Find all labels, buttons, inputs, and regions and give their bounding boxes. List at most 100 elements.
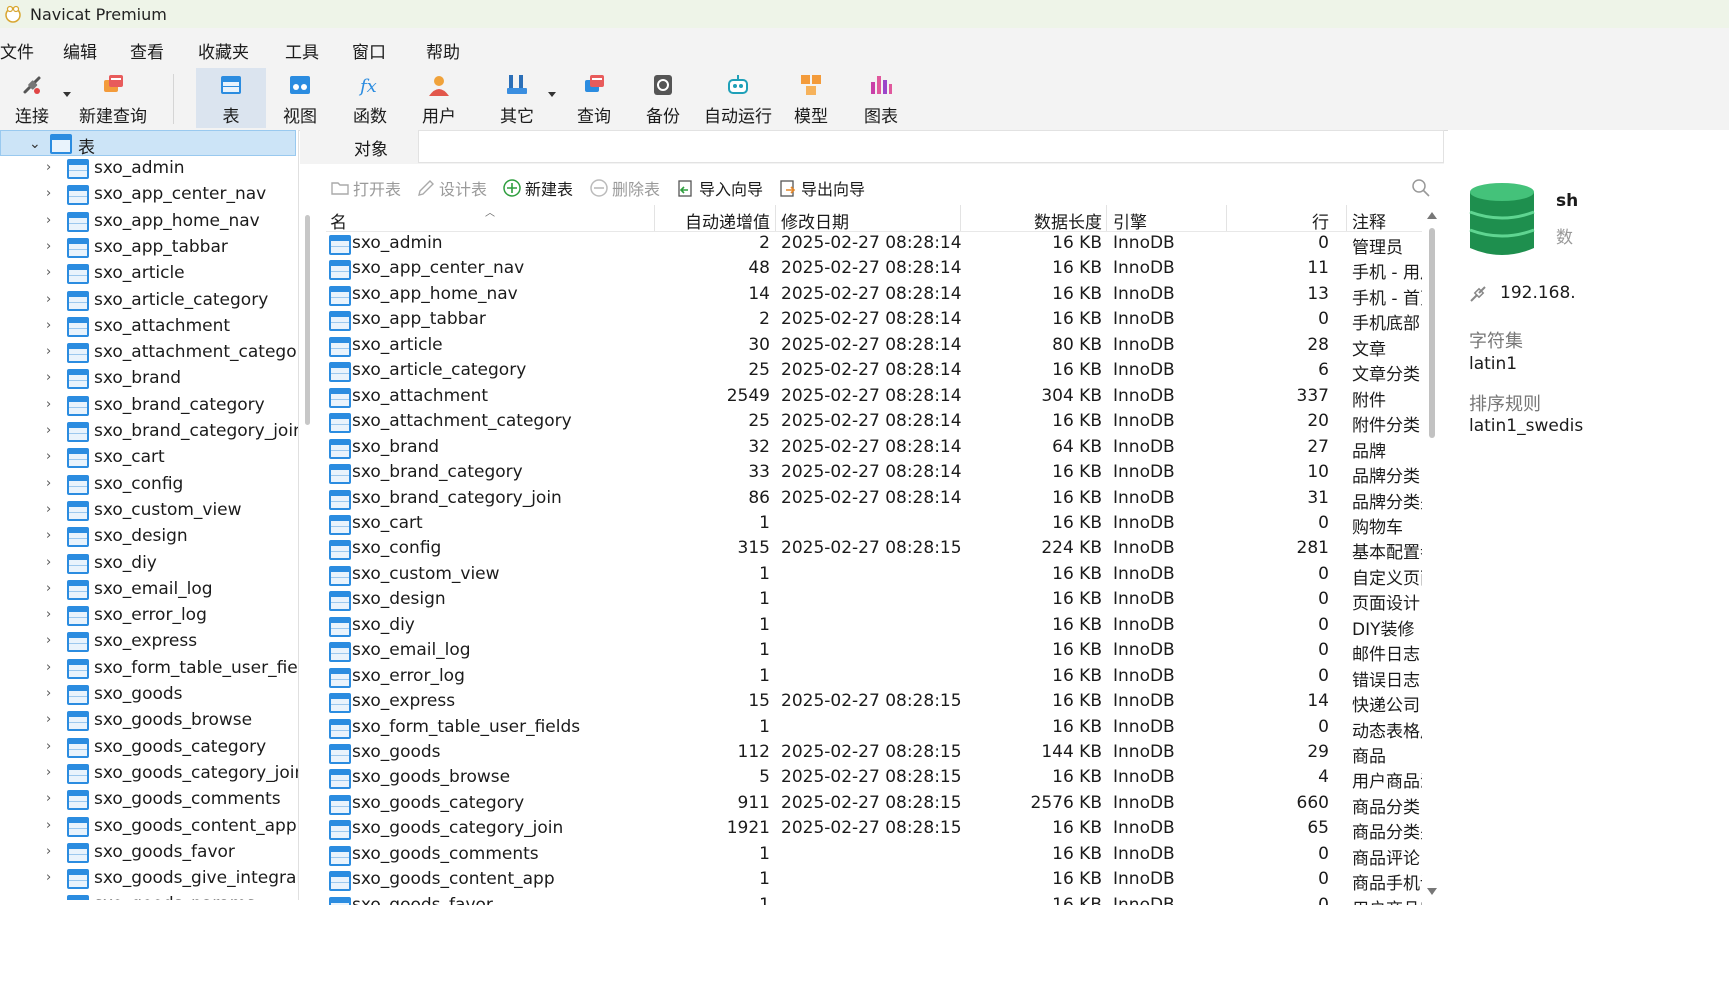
chevron-right-icon[interactable]: › (46, 896, 51, 900)
tree-item-table[interactable]: › sxo_attachment (0, 314, 298, 340)
grid-scrollbar-thumb[interactable] (1429, 228, 1435, 438)
menu-tools[interactable]: 工具 (285, 38, 319, 63)
scroll-down-arrow-icon[interactable] (1427, 888, 1437, 895)
table-row[interactable]: sxo_app_home_nav 14 2025-02-27 08:28:14 16 … (326, 282, 1422, 309)
tree-item-table[interactable]: › sxo_config (0, 472, 298, 498)
chevron-right-icon[interactable]: › (46, 660, 51, 675)
tree-item-table[interactable]: › sxo_cart (0, 445, 298, 471)
tree-item-table[interactable]: › sxo_goods_comments (0, 787, 298, 813)
table-row[interactable]: sxo_email_log 1 16 KB InnoDB 0 邮件日志 (326, 638, 1422, 665)
model-button[interactable]: 模型 (786, 68, 836, 128)
chevron-right-icon[interactable]: › (46, 502, 51, 517)
table-row[interactable]: sxo_diy 1 16 KB InnoDB 0 DIY装修 (326, 613, 1422, 640)
autorun-button[interactable]: 自动运行 (702, 68, 774, 128)
table-row[interactable]: sxo_goods 112 2025-02-27 08:28:15 144 KB Inn… (326, 740, 1422, 767)
new-table-button[interactable]: 新建表 (502, 176, 573, 200)
chart-button[interactable]: 图表 (856, 68, 906, 128)
import-wizard-button[interactable]: 导入向导 (676, 176, 763, 200)
connect-dropdown-caret[interactable] (63, 92, 71, 97)
query-button[interactable]: 查询 (569, 68, 619, 128)
menu-favorites[interactable]: 收藏夹 (198, 38, 249, 63)
tree-item-table[interactable]: › sxo_article_category (0, 288, 298, 314)
header-engine[interactable]: 引擎 (1113, 208, 1147, 233)
tree-item-table[interactable]: › sxo_admin (0, 156, 298, 182)
menu-help[interactable]: 帮助 (426, 38, 460, 63)
column-divider[interactable] (775, 205, 776, 231)
export-wizard-button[interactable]: 导出向导 (778, 176, 865, 200)
chevron-right-icon[interactable]: › (46, 397, 51, 412)
tab-objects[interactable]: 对象 (326, 130, 416, 164)
header-modified-date[interactable]: 修改日期 (781, 208, 849, 233)
tree-item-table[interactable]: › sxo_goods_favor (0, 840, 298, 866)
chevron-right-icon[interactable]: › (46, 686, 51, 701)
tree-node-tables[interactable]: ⌄ 表 (0, 130, 296, 158)
tree-item-table[interactable]: › sxo_goods_params (0, 892, 298, 900)
menu-view[interactable]: 查看 (130, 38, 164, 63)
tree-item-table[interactable]: › sxo_goods_browse (0, 708, 298, 734)
table-row[interactable]: sxo_error_log 1 16 KB InnoDB 0 错误日志 (326, 664, 1422, 691)
table-row[interactable]: sxo_article_category 25 2025-02-27 08:28:1… (326, 358, 1422, 385)
delete-table-button[interactable]: 删除表 (589, 176, 660, 200)
tree-item-table[interactable]: › sxo_goods_give_integral_l (0, 866, 298, 892)
table-row[interactable]: sxo_form_table_user_fields 1 16 KB InnoDB 0 动… (326, 715, 1422, 742)
chevron-right-icon[interactable]: › (46, 765, 51, 780)
tree-item-table[interactable]: › sxo_attachment_category (0, 340, 298, 366)
chevron-right-icon[interactable]: › (46, 239, 51, 254)
chevron-right-icon[interactable]: › (46, 712, 51, 727)
table-row[interactable]: sxo_app_tabbar 2 2025-02-27 08:28:14 16 KB I… (326, 307, 1422, 334)
chevron-down-icon[interactable]: ⌄ (29, 136, 41, 152)
chevron-right-icon[interactable]: › (46, 292, 51, 307)
design-table-button[interactable]: 设计表 (416, 176, 487, 200)
chevron-right-icon[interactable]: › (46, 423, 51, 438)
table-row[interactable]: sxo_design 1 16 KB InnoDB 0 页面设计 (326, 587, 1422, 614)
scroll-up-arrow-icon[interactable] (1427, 212, 1437, 219)
function-button[interactable]: fx 函数 (345, 68, 395, 128)
tree-item-table[interactable]: › sxo_app_home_nav (0, 209, 298, 235)
table-row[interactable]: sxo_goods_content_app 1 16 KB InnoDB 0 商品手机详情 (326, 867, 1422, 894)
other-button[interactable]: 其它 (492, 68, 542, 128)
table-row[interactable]: sxo_custom_view 1 16 KB InnoDB 0 自定义页面 (326, 562, 1422, 589)
chevron-right-icon[interactable]: › (46, 870, 51, 885)
tree-item-table[interactable]: › sxo_custom_view (0, 498, 298, 524)
table-row[interactable]: sxo_goods_browse 5 2025-02-27 08:28:15 16 K… (326, 765, 1422, 792)
tree-item-table[interactable]: › sxo_diy (0, 551, 298, 577)
backup-button[interactable]: 备份 (638, 68, 688, 128)
user-button[interactable]: 用户 (414, 68, 464, 128)
chevron-right-icon[interactable]: › (46, 449, 51, 464)
table-row[interactable]: sxo_goods_category_join 1921 2025-02-27 08… (326, 816, 1422, 843)
chevron-right-icon[interactable]: › (46, 818, 51, 833)
open-table-button[interactable]: 打开表 (330, 176, 401, 200)
column-divider[interactable] (960, 205, 961, 231)
table-row[interactable]: sxo_app_center_nav 48 2025-02-27 08:28:14 1… (326, 256, 1422, 283)
tree-item-table[interactable]: › sxo_goods_category_join (0, 761, 298, 787)
tree-item-table[interactable]: › sxo_express (0, 629, 298, 655)
tree-item-table[interactable]: › sxo_goods_category (0, 735, 298, 761)
menu-file[interactable]: 文件 (0, 38, 34, 63)
tree-item-table[interactable]: › sxo_goods_content_app (0, 814, 298, 840)
chevron-right-icon[interactable]: › (46, 344, 51, 359)
tree-item-table[interactable]: › sxo_app_center_nav (0, 182, 298, 208)
chevron-right-icon[interactable]: › (46, 528, 51, 543)
table-row[interactable]: sxo_attachment 2549 2025-02-27 08:28:14 304… (326, 384, 1422, 411)
column-divider[interactable] (654, 205, 655, 231)
chevron-right-icon[interactable]: › (46, 739, 51, 754)
chevron-right-icon[interactable]: › (46, 633, 51, 648)
chevron-right-icon[interactable]: › (46, 476, 51, 491)
header-auto-increment[interactable]: 自动递增值 (656, 208, 770, 233)
chevron-right-icon[interactable]: › (46, 265, 51, 280)
search-icon[interactable] (1411, 178, 1431, 198)
header-data-length[interactable]: 数据长度 (986, 208, 1102, 233)
tree-item-table[interactable]: › sxo_error_log (0, 603, 298, 629)
header-comment[interactable]: 注释 (1352, 208, 1386, 233)
tree-item-table[interactable]: › sxo_goods (0, 682, 298, 708)
table-row[interactable]: sxo_goods_favor 1 16 KB InnoDB 0 用户商品收藏 (326, 893, 1422, 905)
table-row[interactable]: sxo_attachment_category 25 2025-02-27 08:2… (326, 409, 1422, 436)
chevron-right-icon[interactable]: › (46, 607, 51, 622)
chevron-right-icon[interactable]: › (46, 318, 51, 333)
new-query-button[interactable]: 新建查询 (78, 68, 148, 128)
other-dropdown-caret[interactable] (548, 92, 556, 97)
table-row[interactable]: sxo_cart 1 16 KB InnoDB 0 购物车 (326, 511, 1422, 538)
tree-item-table[interactable]: › sxo_form_table_user_fields (0, 656, 298, 682)
table-row[interactable]: sxo_express 15 2025-02-27 08:28:15 16 KB Inn… (326, 689, 1422, 716)
chevron-right-icon[interactable]: › (46, 791, 51, 806)
